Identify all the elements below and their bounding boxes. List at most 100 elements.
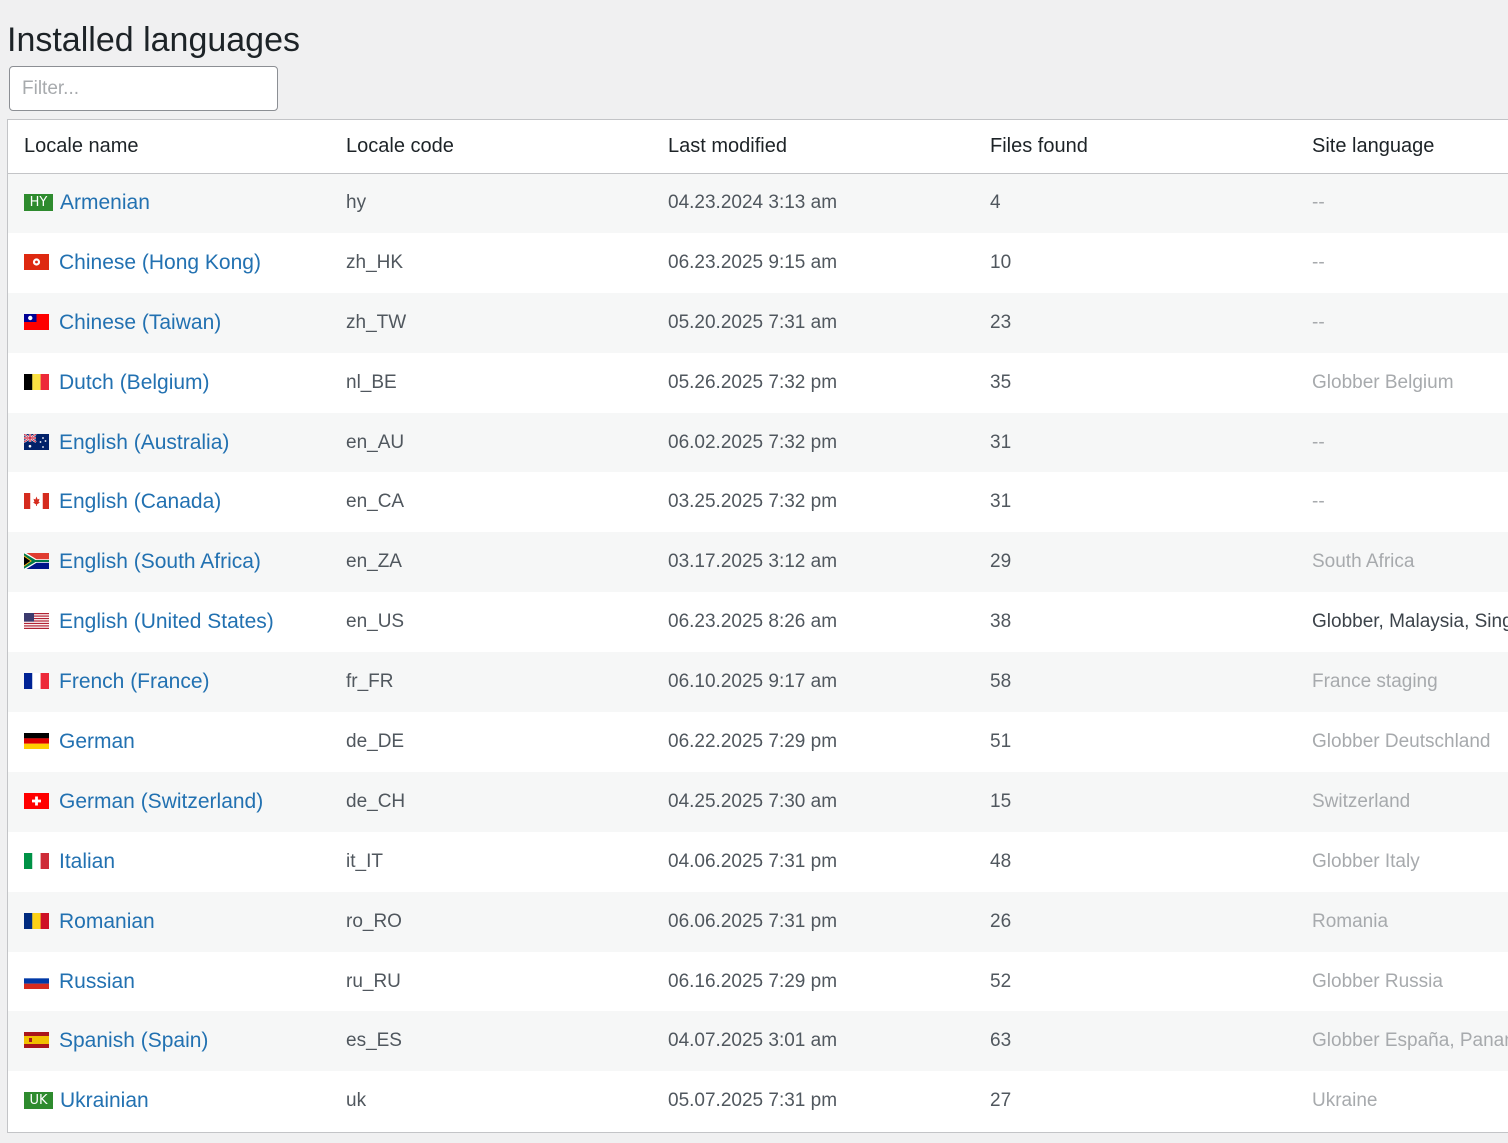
cell-last-modified: 03.25.2025 7:32 pm [652,472,974,533]
cell-locale-name: German [8,712,330,772]
column-header-files-found[interactable]: Files found [974,120,1296,174]
locale-link-italian[interactable]: Italian [59,850,115,873]
cell-last-modified: 06.22.2025 7:29 pm [652,712,974,772]
cell-locale-name: English (Canada) [8,472,330,533]
cell-site-language: Globber Belgium [1296,352,1508,413]
column-header-locale-code[interactable]: Locale code [330,120,652,174]
table-row: German (Switzerland) de_CH 04.25.2025 7:30… [8,771,1508,832]
column-header-locale-name[interactable]: Locale name [8,120,330,174]
cell-files-found: 35 [974,352,1296,413]
ca-flag-icon [24,493,49,510]
table-row: Chinese (Hong Kong) zh_HK 06.23.2025 9:15 … [8,232,1508,293]
cell-last-modified: 04.25.2025 7:30 am [652,771,974,832]
cell-site-language: Switzerland [1296,771,1508,832]
cell-site-language: Globber Deutschland [1296,712,1508,772]
locale-link-german[interactable]: German [59,730,135,753]
locale-link-armenian[interactable]: Armenian [60,191,150,214]
cell-site-language: -- [1296,412,1508,473]
cell-site-language: -- [1296,292,1508,353]
cell-site-language: Globber Italy [1296,831,1508,892]
table-row: Dutch (Belgium) nl_BE 05.26.2025 7:32 pm 35… [8,352,1508,413]
cell-locale-name: UK Ukrainian [8,1071,330,1132]
cell-files-found: 48 [974,831,1296,892]
column-header-last-modified[interactable]: Last modified [652,120,974,174]
za-flag-icon [24,553,49,570]
cell-locale-name: Chinese (Taiwan) [8,292,330,353]
table-row: English (Canada) en_CA 03.25.2025 7:32 pm 3… [8,472,1508,533]
table-row: Russian ru_RU 06.16.2025 7:29 pm 52 Globber … [8,951,1508,1012]
cell-last-modified: 06.02.2025 7:32 pm [652,412,974,473]
es-flag-icon [24,1032,49,1049]
cell-locale-code: uk [330,1071,652,1132]
cell-files-found: 63 [974,1011,1296,1072]
au-flag-icon [24,433,49,450]
locale-link-dutch-belgium[interactable]: Dutch (Belgium) [59,371,210,394]
locale-link-english-australia[interactable]: English (Australia) [59,431,229,454]
cell-locale-code: fr_FR [330,652,652,713]
cell-locale-code: ru_RU [330,951,652,1012]
cell-locale-name: Chinese (Hong Kong) [8,232,330,293]
locale-link-english-south-africa[interactable]: English (South Africa) [59,550,261,573]
hk-flag-icon [24,253,49,270]
cell-locale-name: Spanish (Spain) [8,1011,330,1072]
locale-link-ukrainian[interactable]: Ukrainian [60,1089,149,1112]
cell-files-found: 26 [974,891,1296,952]
cell-files-found: 51 [974,712,1296,772]
cell-site-language: -- [1296,173,1508,233]
cell-last-modified: 04.23.2024 3:13 am [652,173,974,233]
column-header-site-language[interactable]: Site language [1296,120,1508,174]
cell-locale-code: it_IT [330,831,652,892]
table-row: English (United States) en_US 06.23.2025 8… [8,592,1508,653]
cell-last-modified: 06.23.2025 8:26 am [652,592,974,653]
locale-link-spanish-spain[interactable]: Spanish (Spain) [59,1029,208,1052]
cell-locale-code: en_AU [330,412,652,473]
cell-last-modified: 06.23.2025 9:15 am [652,232,974,293]
cell-files-found: 10 [974,232,1296,293]
table-row: HY Armenian hy 04.23.2024 3:13 am 4 -- [8,173,1508,233]
cell-files-found: 31 [974,472,1296,533]
cell-last-modified: 06.16.2025 7:29 pm [652,951,974,1012]
cell-locale-code: en_US [330,592,652,653]
locale-link-english-united-states[interactable]: English (United States) [59,610,274,633]
locale-link-german-switzerland[interactable]: German (Switzerland) [59,790,263,813]
cell-locale-code: en_CA [330,472,652,533]
filter-input[interactable] [9,66,278,111]
cell-last-modified: 06.10.2025 9:17 am [652,652,974,713]
locale-link-chinese-hong-kong[interactable]: Chinese (Hong Kong) [59,251,261,274]
locale-code-badge-icon: UK [24,1091,53,1109]
cell-locale-name: German (Switzerland) [8,771,330,832]
cell-site-language: South Africa [1296,532,1508,593]
cell-last-modified: 05.20.2025 7:31 am [652,292,974,353]
locale-link-english-canada[interactable]: English (Canada) [59,490,221,513]
cell-locale-code: en_ZA [330,532,652,593]
cell-files-found: 23 [974,292,1296,353]
cell-site-language: Globber Russia [1296,951,1508,1012]
locale-link-chinese-taiwan[interactable]: Chinese (Taiwan) [59,311,221,334]
cell-locale-code: de_CH [330,771,652,832]
de-flag-icon [24,732,49,749]
table-row: Chinese (Taiwan) zh_TW 05.20.2025 7:31 am 2… [8,292,1508,353]
fr-flag-icon [24,673,49,690]
be-flag-icon [24,373,49,390]
cell-locale-code: de_DE [330,712,652,772]
cell-locale-code: ro_RO [330,891,652,952]
us-flag-icon [24,613,49,630]
cell-locale-code: zh_HK [330,232,652,293]
cell-last-modified: 05.07.2025 7:31 pm [652,1071,974,1132]
locale-link-russian[interactable]: Russian [59,970,135,993]
cell-site-language: Globber, Malaysia, Sing [1296,592,1508,653]
locale-link-french-france[interactable]: French (France) [59,670,210,693]
cell-site-language: France staging [1296,652,1508,713]
cell-last-modified: 04.07.2025 3:01 am [652,1011,974,1072]
cell-last-modified: 05.26.2025 7:32 pm [652,352,974,413]
languages-table: Locale name Locale code Last modified Fi… [8,120,1508,1132]
table-row: Romanian ro_RO 06.06.2025 7:31 pm 26 Romania [8,891,1508,952]
cell-locale-name: English (United States) [8,592,330,653]
cell-locale-name: English (Australia) [8,412,330,473]
table-row: Spanish (Spain) es_ES 04.07.2025 3:01 am 63… [8,1011,1508,1072]
table-row: UK Ukrainian uk 05.07.2025 7:31 pm 27 Ukraine [8,1071,1508,1132]
table-row: Italian it_IT 04.06.2025 7:31 pm 48 Globber … [8,831,1508,892]
cell-locale-name: Romanian [8,891,330,952]
cell-files-found: 4 [974,173,1296,233]
locale-link-romanian[interactable]: Romanian [59,910,155,933]
